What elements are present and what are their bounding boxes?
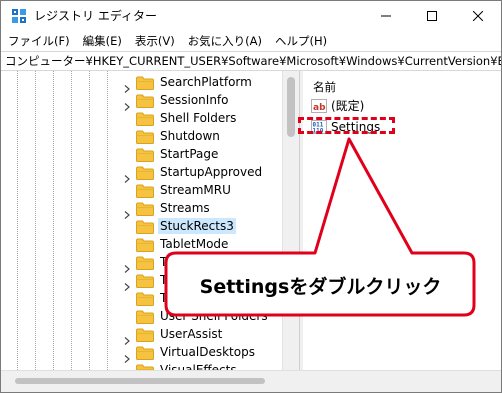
chevron-right-icon[interactable]: [123, 168, 131, 183]
folder-icon: [136, 327, 154, 342]
folder-icon: [136, 147, 154, 162]
tree-item-label: TypedPaths: [160, 291, 228, 305]
tree-item[interactable]: StartPage: [1, 145, 282, 163]
folder-icon: [136, 93, 154, 108]
minimize-button[interactable]: [363, 1, 409, 31]
close-icon: [473, 11, 483, 21]
tree-item[interactable]: User Shell Folders: [1, 307, 282, 325]
tree-item-label: VisualEffects: [160, 363, 237, 370]
tree-item-label: Shutdown: [160, 129, 220, 143]
value-row-default[interactable]: ab (既定): [309, 97, 499, 115]
folder-icon: [136, 165, 154, 180]
registry-editor-window: レジストリ エディター ファイル(F) 編集(E) 表示(V) お気に入り(A)…: [0, 0, 502, 393]
tree-item-label: TabletMode: [160, 237, 229, 251]
tree-item[interactable]: StreamMRU: [1, 181, 282, 199]
scrollbar-thumb[interactable]: [15, 378, 265, 384]
folder-icon: [136, 219, 154, 234]
folder-icon: [136, 255, 154, 270]
window-title: レジストリ エディター: [34, 9, 157, 23]
tree-item[interactable]: VirtualDesktops: [1, 343, 282, 363]
tree-item-label: SearchPlatform: [160, 75, 252, 89]
tree-item-label: SessionInfo: [160, 93, 229, 107]
tree-item-label: VirtualDesktops: [160, 345, 255, 359]
tree-item[interactable]: TWinUI: [1, 271, 282, 291]
chevron-right-icon[interactable]: [123, 204, 131, 219]
tree-item-label: StartPage: [160, 147, 219, 161]
folder-icon: [136, 201, 154, 216]
tree-item[interactable]: TabletMode: [1, 235, 282, 253]
tree-item[interactable]: StuckRects3: [1, 217, 282, 235]
folder-icon: [136, 75, 154, 90]
menu-favorites[interactable]: お気に入り(A): [181, 31, 268, 51]
binary-value-icon: 011 110: [311, 120, 327, 135]
minimize-icon: [381, 15, 391, 17]
value-row-settings[interactable]: 011 110 Settings: [309, 118, 499, 136]
folder-icon: [136, 183, 154, 198]
chevron-right-icon[interactable]: [123, 96, 131, 111]
title-bar: レジストリ エディター: [1, 1, 501, 31]
svg-text:ab: ab: [313, 103, 326, 113]
folder-icon: [136, 309, 154, 324]
scrollbar-thumb[interactable]: [287, 77, 295, 137]
menu-view[interactable]: 表示(V): [128, 31, 181, 51]
tree-item-label: User Shell Folders: [160, 309, 268, 323]
values-list[interactable]: 名前 ab (既定) 011 110 Settings: [303, 71, 501, 370]
tree-item-label: Streams: [160, 201, 210, 215]
tree-item-label: StartupApproved: [160, 165, 263, 179]
chevron-right-icon[interactable]: [123, 78, 131, 93]
tree-item[interactable]: Shell Folders: [1, 109, 282, 127]
tree-item[interactable]: Taskband: [1, 253, 282, 273]
folder-icon: [136, 363, 154, 370]
tree-vertical-scrollbar[interactable]: [282, 71, 299, 370]
tree-item[interactable]: SearchPlatform: [1, 73, 282, 93]
folder-icon: [136, 237, 154, 252]
chevron-right-icon[interactable]: [123, 258, 131, 273]
tree-item[interactable]: Shutdown: [1, 127, 282, 145]
tree-item[interactable]: SessionInfo: [1, 91, 282, 111]
tree-item[interactable]: TypedPaths: [1, 289, 282, 307]
tree-item-label: Shell Folders: [160, 111, 237, 125]
value-name: (既定): [331, 99, 365, 113]
tree-item-label: StreamMRU: [160, 183, 231, 197]
tree-item[interactable]: VisualEffects: [1, 361, 282, 370]
svg-text:110: 110: [313, 128, 324, 135]
tree-item-label: StuckRects3: [158, 218, 236, 234]
folder-icon: [136, 111, 154, 126]
menu-file[interactable]: ファイル(F): [1, 31, 76, 51]
maximize-button[interactable]: [409, 1, 455, 31]
folder-icon: [136, 291, 154, 306]
chevron-right-icon[interactable]: [123, 276, 131, 291]
value-name: Settings: [331, 120, 381, 134]
horizontal-scrollbar[interactable]: [1, 370, 501, 392]
key-tree[interactable]: SearchPlatform SessionInfo Shell Folders Sh…: [1, 71, 282, 370]
maximize-icon: [427, 11, 437, 21]
tree-item-label: UserAssist: [160, 327, 223, 341]
column-header-name[interactable]: 名前: [313, 79, 336, 95]
folder-icon: [136, 273, 154, 288]
menu-help[interactable]: ヘルプ(H): [268, 31, 333, 51]
tree-item[interactable]: Streams: [1, 199, 282, 219]
chevron-right-icon[interactable]: [123, 348, 131, 363]
tree-item[interactable]: StartupApproved: [1, 163, 282, 183]
folder-icon: [136, 129, 154, 144]
tree-item-label: TWinUI: [160, 273, 203, 287]
string-value-icon: ab: [311, 99, 327, 113]
address-bar[interactable]: コンピューター¥HKEY_CURRENT_USER¥Software¥Micro…: [1, 51, 501, 71]
tree-item[interactable]: UserAssist: [1, 325, 282, 345]
folder-icon: [136, 345, 154, 360]
menu-bar: ファイル(F) 編集(E) 表示(V) お気に入り(A) ヘルプ(H): [1, 31, 501, 51]
close-button[interactable]: [455, 1, 501, 31]
chevron-right-icon[interactable]: [123, 330, 131, 345]
menu-edit[interactable]: 編集(E): [76, 31, 128, 51]
registry-editor-icon: [12, 9, 26, 23]
tree-item-label: Taskband: [160, 255, 217, 269]
